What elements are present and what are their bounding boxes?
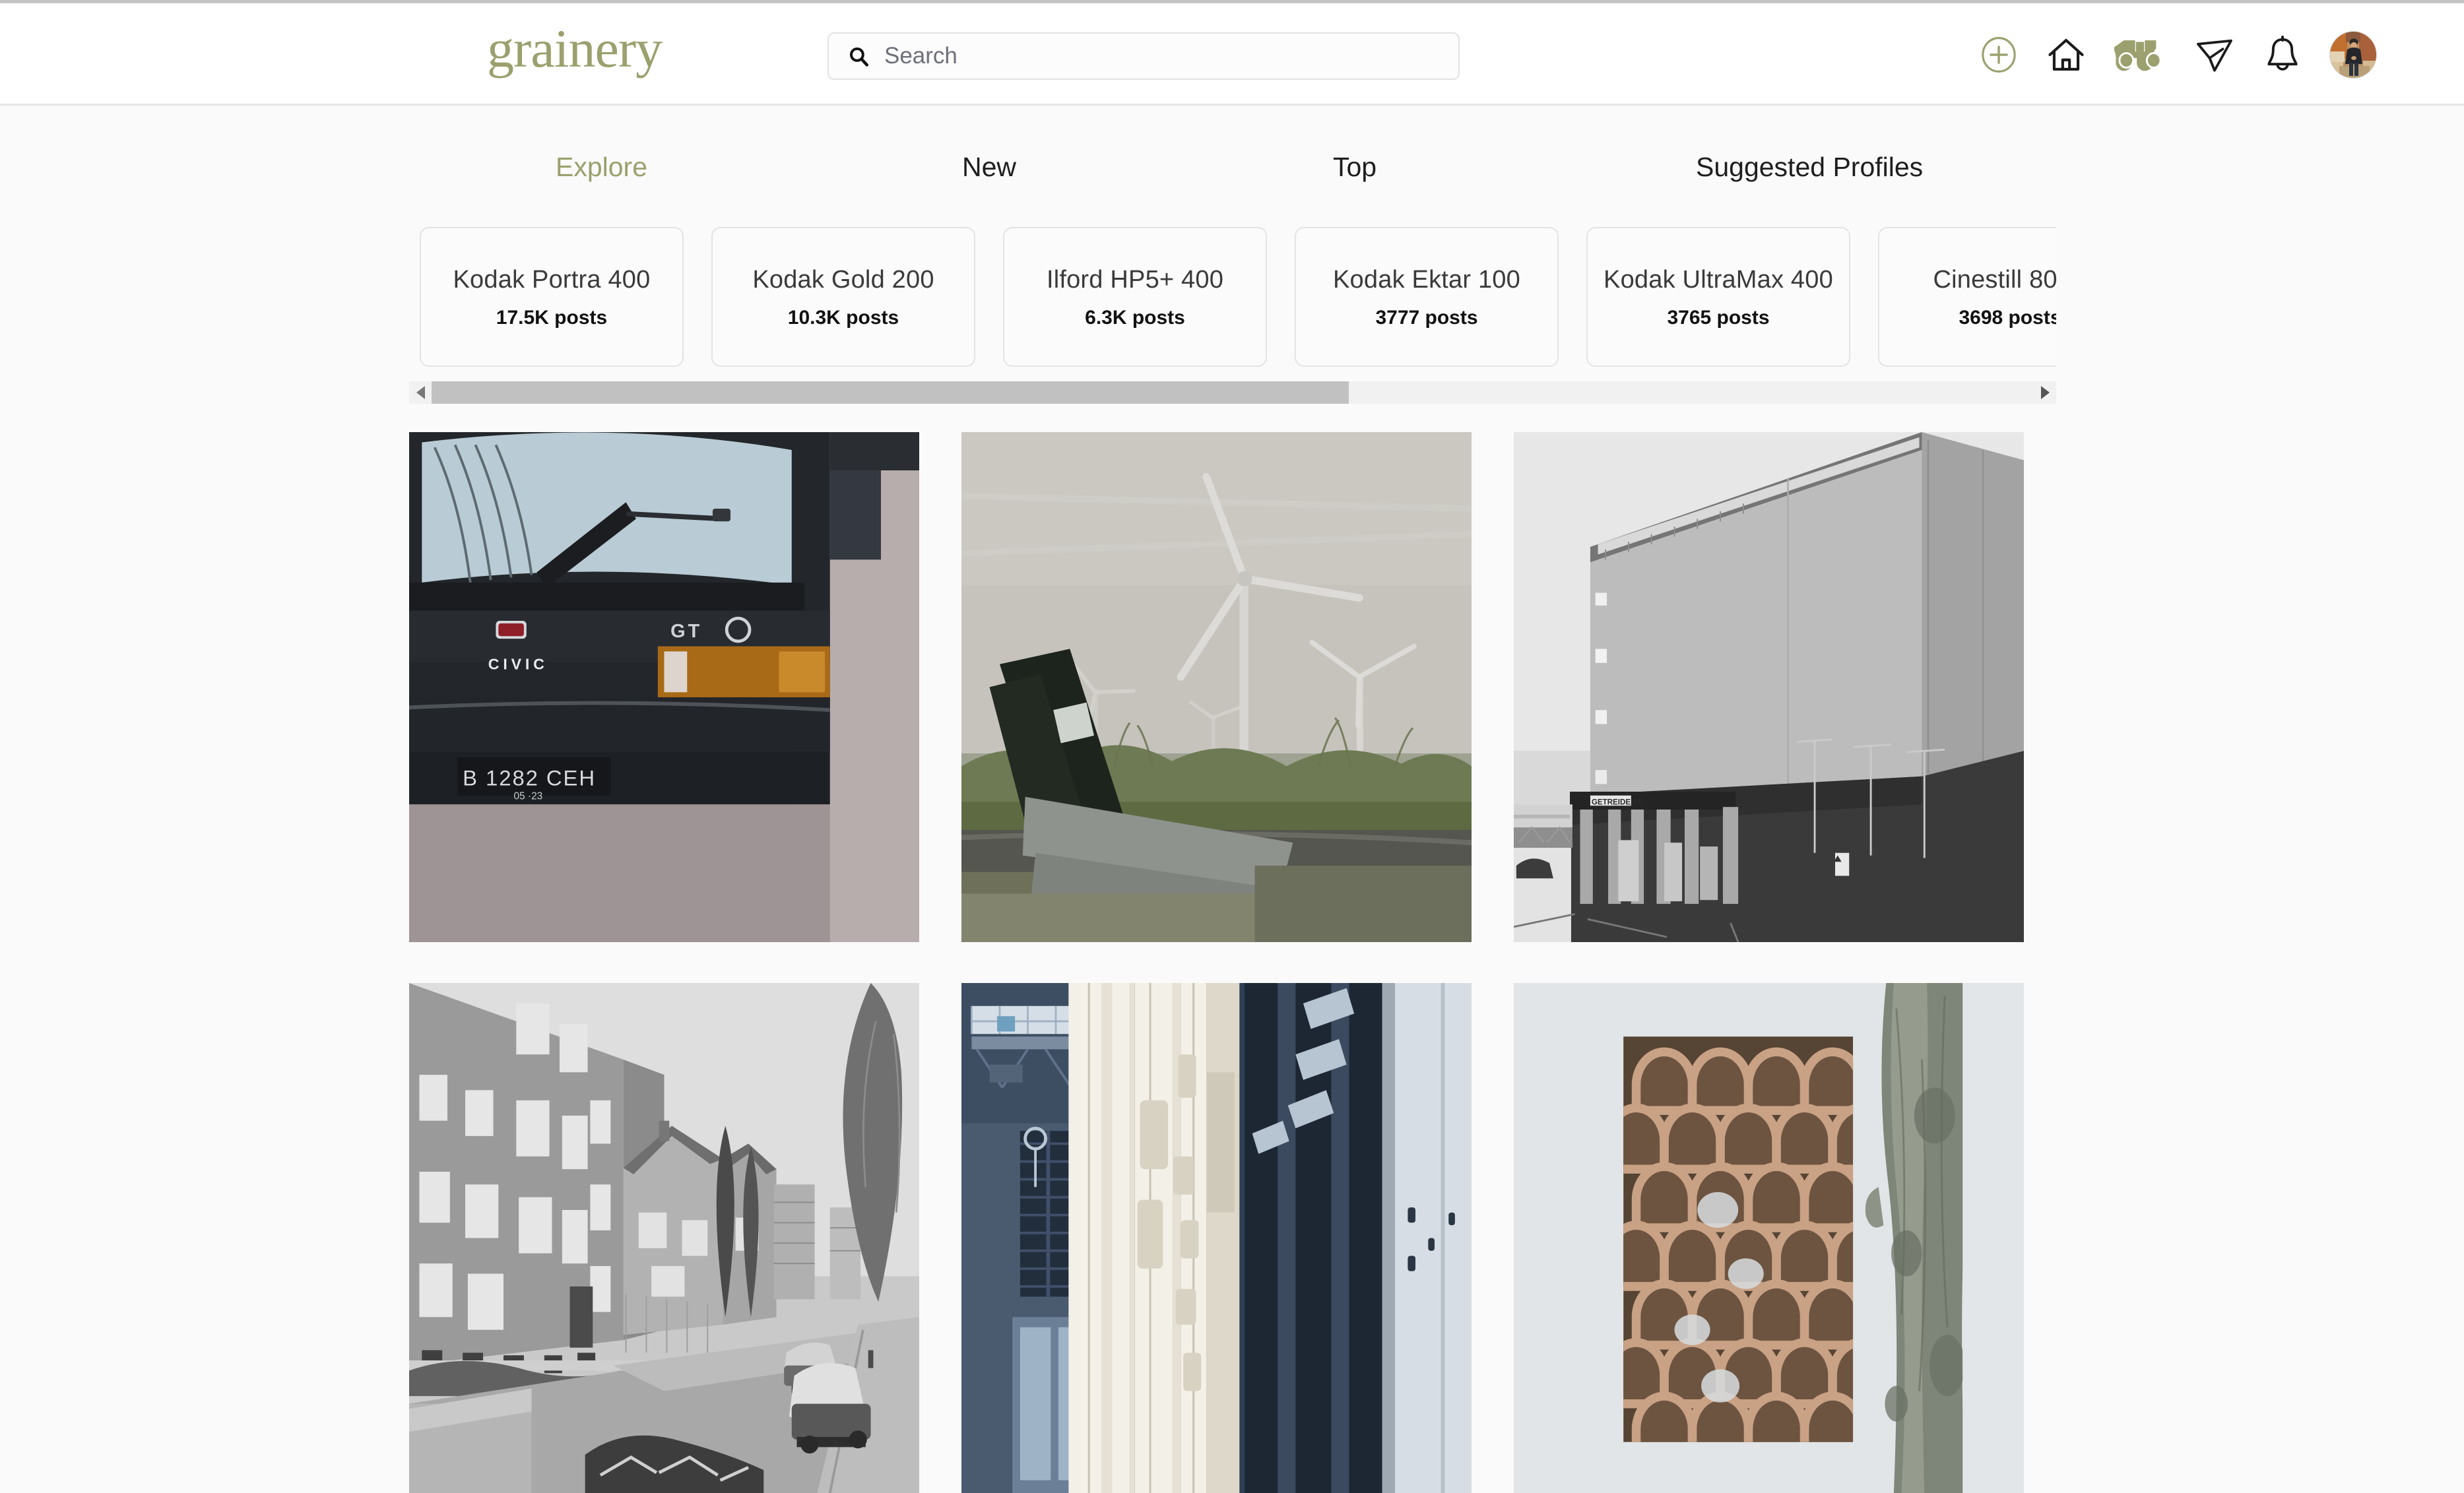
film-stock-card[interactable]: Ilford HP5+ 400 6.3K posts [1003, 227, 1267, 367]
photo-grid: GT CIVIC B 1282 CEH 05 ·23 GETREIDE AG [409, 432, 2056, 1493]
film-stock-count: 3698 posts [1959, 306, 2056, 329]
messages-icon[interactable] [2193, 35, 2236, 75]
carousel-scrollbar[interactable] [409, 381, 2056, 404]
film-stock-count: 6.3K posts [1085, 306, 1185, 329]
svg-text:GETREIDE AG: GETREIDE AG [1592, 798, 1644, 806]
svg-text:GT: GT [670, 621, 702, 642]
search-placeholder-text: Search [884, 43, 957, 69]
film-stock-card[interactable]: Cinestill 800T 3698 posts [1878, 227, 2056, 367]
film-stock-name: Kodak Gold 200 [752, 266, 934, 294]
film-stock-card[interactable]: Kodak UltraMax 400 3765 posts [1586, 227, 1850, 367]
film-stock-count: 17.5K posts [496, 306, 608, 329]
tab-top[interactable]: Top [1333, 152, 1377, 183]
film-stock-count: 3777 posts [1375, 306, 1478, 329]
profile-avatar[interactable] [2329, 30, 2377, 79]
film-stock-count: 10.3K posts [787, 306, 899, 329]
film-stock-name: Kodak UltraMax 400 [1604, 266, 1833, 294]
photo-facade-blue[interactable] [961, 983, 1472, 1493]
scrollbar-track[interactable] [432, 381, 2034, 404]
search-icon [847, 45, 870, 67]
svg-text:CIVIC: CIVIC [488, 655, 548, 672]
photo-wind-turbines[interactable] [961, 432, 1472, 942]
svg-text:05 ·23: 05 ·23 [513, 791, 542, 802]
film-stock-card[interactable]: Kodak Ektar 100 3777 posts [1295, 227, 1559, 367]
film-stock-card[interactable]: Kodak Gold 200 10.3K posts [711, 227, 975, 367]
film-stock-card[interactable]: Kodak Portra 400 17.5K posts [420, 227, 684, 367]
photo-getreide-ag[interactable]: GETREIDE AG [1514, 432, 2024, 942]
home-icon[interactable] [2046, 34, 2087, 75]
film-stock-name: Kodak Portra 400 [453, 266, 651, 294]
scrollbar-thumb[interactable] [432, 381, 1349, 404]
header-nav-icons [1980, 3, 2377, 106]
film-stock-name: Kodak Ektar 100 [1333, 266, 1520, 294]
tab-new[interactable]: New [962, 152, 1016, 183]
notifications-icon[interactable] [2263, 34, 2302, 75]
site-logo[interactable]: grainery [487, 18, 663, 79]
site-header: grainery Search [0, 3, 2464, 106]
photo-street-houses[interactable] [409, 983, 919, 1493]
explore-icon[interactable] [2114, 34, 2166, 75]
photo-civic-gt[interactable]: GT CIVIC B 1282 CEH 05 ·23 [409, 432, 919, 942]
tab-suggested-profiles[interactable]: Suggested Profiles [1696, 152, 1923, 183]
film-stock-name: Cinestill 800T [1933, 266, 2056, 294]
scroll-left-arrow[interactable] [409, 381, 432, 404]
svg-text:B 1282 CEH: B 1282 CEH [463, 765, 596, 790]
tab-explore[interactable]: Explore [556, 152, 647, 183]
scroll-right-arrow[interactable] [2034, 381, 2056, 404]
film-stock-count: 3765 posts [1667, 306, 1770, 329]
film-stock-name: Ilford HP5+ 400 [1046, 266, 1224, 294]
create-post-icon[interactable] [1980, 36, 2018, 74]
search-input[interactable]: Search [827, 32, 1460, 80]
photo-terracotta-grid[interactable] [1514, 983, 2024, 1493]
explore-tabs: Explore New Top Suggested Profiles [0, 152, 2464, 203]
film-stock-carousel[interactable]: Kodak Portra 400 17.5K posts Kodak Gold … [420, 227, 2056, 367]
